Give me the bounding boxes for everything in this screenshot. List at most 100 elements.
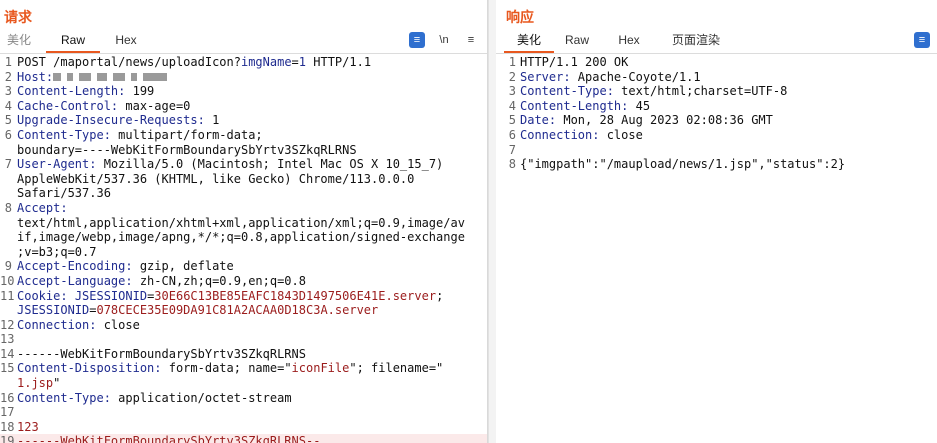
syntax-text: Mozilla/5.0 (Macintosh; Intel Mac OS X 1… [96, 157, 444, 172]
code-line: boundary=----WebKitFormBoundarySbYrtv3SZ… [0, 143, 487, 158]
syntax-string: ------WebKitFormBoundarySbYrtv3SZkqRLRNS… [17, 434, 321, 443]
request-editor[interactable]: 1 POST /maportal/news/uploadIcon?imgName=… [0, 55, 487, 443]
line-text: 1.jsp" [17, 376, 60, 391]
redacted-block [53, 70, 173, 84]
line-text: Safari/537.36 [17, 186, 111, 201]
format-icon[interactable]: ≡ [409, 32, 425, 48]
line-number: 3 [4, 84, 12, 99]
code-line: 12 Connection: close [0, 318, 487, 333]
response-editor[interactable]: 1 HTTP/1.1 200 OK 2 Server: Apache-Coyote/1… [496, 55, 937, 443]
code-line: 4 Content-Length: 45 [496, 99, 937, 114]
tab-pretty[interactable]: 美化 [2, 29, 36, 51]
code-line: 5 Date: Mon, 28 Aug 2023 02:08:36 GMT [496, 113, 937, 128]
line-number: 19 [0, 434, 15, 443]
syntax-key: Content-Disposition: [17, 361, 162, 376]
line-text: Date: Mon, 28 Aug 2023 02:08:36 GMT [520, 113, 773, 128]
code-line: AppleWebKit/537.36 (KHTML, like Gecko) C… [0, 172, 487, 187]
code-line: 16 Content-Type: application/octet-stream [0, 391, 487, 406]
syntax-text: HTTP/1.1 [306, 55, 372, 69]
menu-icon[interactable]: ≡ [463, 32, 479, 48]
line-text: Accept-Encoding: gzip, deflate [17, 259, 234, 274]
code-line: 2 Server: Apache-Coyote/1.1 [496, 70, 937, 85]
response-tabs: 美化 Raw Hex 页面渲染 ≡ [496, 29, 937, 54]
line-text: ;v=b3;q=0.7 [17, 245, 96, 260]
syntax-key: Accept-Language: [17, 273, 133, 288]
code-line: 18 123 [0, 420, 487, 435]
syntax-text [68, 289, 75, 303]
line-number: 10 [0, 273, 15, 288]
line-number: 5 [508, 113, 516, 128]
syntax-key: Accept: [17, 200, 68, 215]
request-title: 请求 [4, 9, 32, 25]
line-text: POST /maportal/news/uploadIcon?imgName=1… [17, 55, 371, 70]
line-number: 2 [4, 69, 12, 84]
syntax-text: text/html,application/xhtml+xml,applicat… [17, 215, 465, 230]
code-line: 7 User-Agent: Mozilla/5.0 (Macintosh; Int… [0, 157, 487, 172]
line-number: 6 [4, 127, 12, 142]
line-number: 17 [0, 405, 15, 420]
syntax-key: Accept-Encoding: [17, 259, 133, 274]
line-number: 7 [508, 142, 516, 157]
line-text: Server: Apache-Coyote/1.1 [520, 70, 701, 85]
line-text: if,image/webp,image/apng,*/*;q=0.8,appli… [17, 230, 465, 245]
line-text: boundary=----WebKitFormBoundarySbYrtv3SZ… [17, 143, 357, 158]
syntax-text: ;v=b3;q=0.7 [17, 244, 97, 259]
line-number: 9 [4, 259, 12, 274]
tab-render[interactable]: 页面渲染 [664, 29, 728, 51]
syntax-text: POST /maportal/news/uploadIcon? [17, 55, 241, 69]
tab-raw[interactable]: Raw [558, 29, 596, 51]
syntax-string: 30E66C13BE85EAFC1843D1497506E41E.server [154, 288, 437, 303]
code-line: 3 Content-Type: text/html;charset=UTF-8 [496, 84, 937, 99]
newline-toggle-icon[interactable]: \n [436, 32, 452, 48]
code-line: 4 Cache-Control: max-age=0 [0, 99, 487, 114]
line-text: JSESSIONID=078CECE35E09DA91C81A2ACAA0D18… [17, 303, 378, 318]
line-number: 2 [508, 69, 516, 84]
redaction-mark [53, 73, 62, 82]
line-number: 14 [0, 346, 15, 361]
syntax-key: Content-Length: [17, 84, 126, 99]
syntax-text: ; [436, 288, 444, 303]
line-text: ------WebKitFormBoundarySbYrtv3SZkqRLRNS [17, 347, 306, 362]
line-text: Cache-Control: max-age=0 [17, 99, 190, 114]
line-number: 1 [508, 55, 516, 69]
syntax-text: Mon, 28 Aug 2023 02:08:36 GMT [556, 113, 773, 128]
line-text: Accept-Language: zh-CN,zh;q=0.9,en;q=0.8 [17, 274, 306, 289]
syntax-key: Cache-Control: [17, 98, 119, 113]
code-line: 13 [0, 332, 487, 347]
syntax-string: iconFile [291, 361, 350, 376]
code-line: 6 Connection: close [496, 128, 937, 143]
code-line: 3 Content-Length: 199 [0, 84, 487, 99]
tab-hex[interactable]: Hex [610, 29, 648, 51]
format-icon[interactable]: ≡ [914, 32, 930, 48]
code-line: ;v=b3;q=0.7 [0, 245, 487, 260]
syntax-text: 45 [628, 98, 651, 113]
code-line: 1 POST /maportal/news/uploadIcon?imgName=… [0, 55, 487, 70]
syntax-text: close [599, 127, 643, 142]
line-text: 123 [17, 420, 39, 435]
syntax-text: 1 [204, 113, 220, 128]
code-line: 6 Content-Type: multipart/form-data; [0, 128, 487, 143]
syntax-key: Connection: [520, 127, 600, 142]
syntax-text: Apache-Coyote/1.1 [570, 69, 701, 84]
line-number: 4 [508, 98, 516, 113]
syntax-key: JSESSIONID [17, 303, 90, 318]
tab-hex[interactable]: Hex [108, 29, 144, 51]
redaction-mark [67, 73, 74, 82]
line-number: 1 [4, 55, 12, 69]
syntax-key: Upgrade-Insecure-Requests: [17, 113, 205, 128]
syntax-text: gzip, deflate [132, 259, 234, 274]
line-text: Cookie: JSESSIONID=30E66C13BE85EAFC1843D… [17, 289, 443, 304]
syntax-text: zh-CN,zh;q=0.9,en;q=0.8 [132, 273, 306, 288]
tab-raw[interactable]: Raw [46, 29, 100, 53]
line-text: Content-Type: multipart/form-data; [17, 128, 263, 143]
code-line: 11 Cookie: JSESSIONID=30E66C13BE85EAFC184… [0, 289, 487, 304]
line-text: ------WebKitFormBoundarySbYrtv3SZkqRLRNS… [17, 434, 320, 443]
code-line: 17 [0, 405, 487, 420]
syntax-text: form-data; name=" [161, 361, 292, 376]
line-text: Content-Length: 45 [520, 99, 650, 114]
tab-pretty[interactable]: 美化 [504, 29, 554, 53]
syntax-text: ------WebKitFormBoundarySbYrtv3SZkqRLRNS [17, 346, 306, 361]
syntax-key: Host: [17, 69, 54, 84]
redaction-mark [79, 73, 92, 82]
request-tabs: 美化 Raw Hex ≡ \n ≡ [0, 29, 487, 54]
